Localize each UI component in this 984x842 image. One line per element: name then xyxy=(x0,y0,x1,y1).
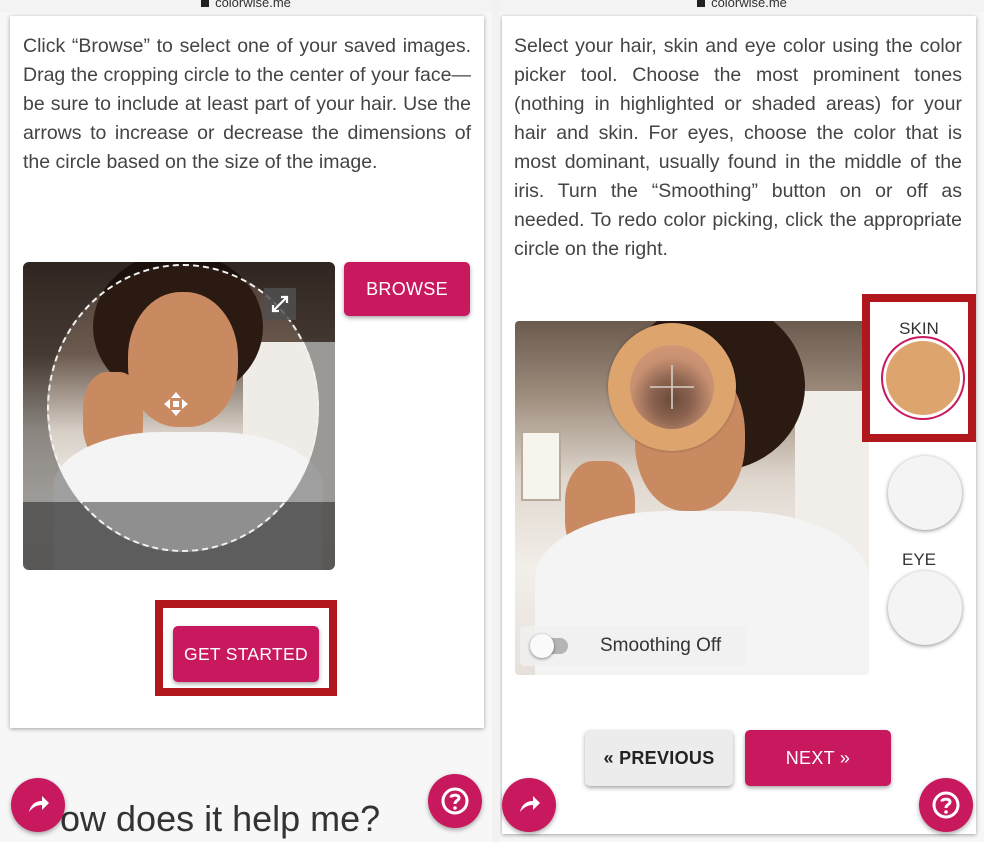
share-button[interactable] xyxy=(11,778,65,832)
previous-button[interactable]: « PREVIOUS xyxy=(585,730,733,786)
footer-heading: ow does it help me? xyxy=(60,798,381,839)
lock-icon xyxy=(697,0,706,8)
color-picker-card: Select your hair, skin and eye color usi… xyxy=(502,16,976,834)
browse-button[interactable]: BROWSE xyxy=(344,262,470,316)
help-button[interactable] xyxy=(919,778,973,832)
share-button[interactable] xyxy=(502,778,556,832)
crosshair-icon xyxy=(650,365,694,409)
eye-swatch[interactable] xyxy=(888,571,962,645)
help-question-icon xyxy=(932,791,960,819)
eye-label: EYE xyxy=(901,550,937,569)
help-button[interactable] xyxy=(428,774,482,828)
smoothing-toggle-bar[interactable]: Smoothing Off xyxy=(520,626,746,666)
skin-highlight xyxy=(862,294,976,442)
upload-card: Click “Browse” to select one of your sav… xyxy=(10,16,484,728)
right-screen: colorwise.me Select your hair, skin and … xyxy=(500,0,984,842)
loupe-zoom xyxy=(630,345,714,429)
left-screen: colorwise.me Click “Browse” to select on… xyxy=(0,0,492,842)
picker-instructions: Select your hair, skin and eye color usi… xyxy=(514,35,962,260)
help-question-icon xyxy=(441,787,469,815)
smoothing-switch-knob[interactable] xyxy=(530,634,554,658)
smoothing-label: Smoothing Off xyxy=(600,635,722,656)
share-arrow-icon xyxy=(520,796,540,812)
get-started-button[interactable]: GET STARTED xyxy=(173,626,319,682)
upload-instructions: Click “Browse” to select one of your sav… xyxy=(23,35,471,173)
url-text: colorwise.me xyxy=(711,0,787,10)
color-picker-loupe[interactable] xyxy=(608,323,736,451)
url-text: colorwise.me xyxy=(215,0,291,10)
move-arrows-icon[interactable] xyxy=(162,390,190,418)
photo-window xyxy=(521,431,561,501)
url-bar[interactable]: colorwise.me xyxy=(0,0,492,12)
resize-arrows-icon[interactable] xyxy=(264,288,296,320)
share-arrow-icon xyxy=(29,796,49,812)
hair-swatch[interactable] xyxy=(888,456,962,530)
crop-photo[interactable] xyxy=(23,262,335,570)
lock-icon xyxy=(201,0,210,8)
next-button[interactable]: NEXT » xyxy=(745,730,891,786)
picker-photo[interactable]: Smoothing Off xyxy=(515,321,869,675)
url-bar[interactable]: colorwise.me xyxy=(500,0,984,12)
